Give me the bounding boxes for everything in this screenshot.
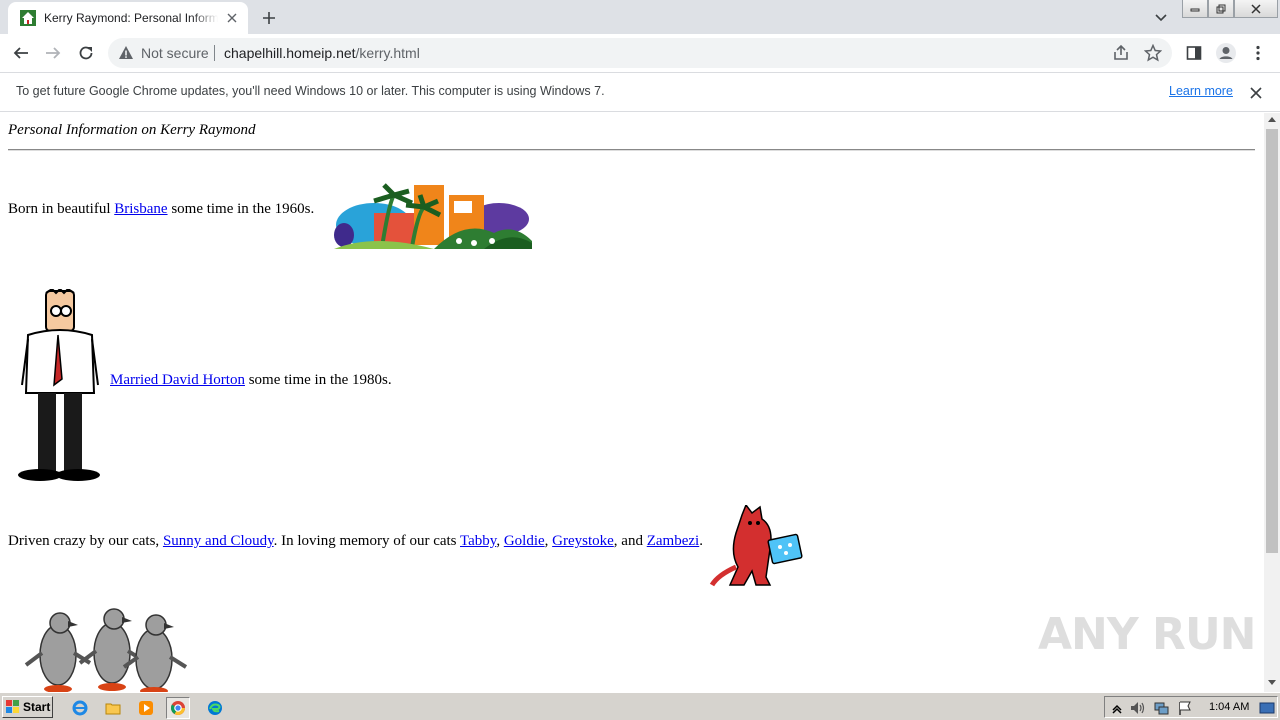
flag-icon[interactable] <box>1177 700 1193 716</box>
network-icon[interactable] <box>1153 700 1169 716</box>
horizontal-rule <box>8 149 1255 151</box>
media-player-icon[interactable] <box>134 697 158 719</box>
infobar-message: To get future Google Chrome updates, you… <box>16 84 605 98</box>
scroll-down-arrow[interactable] <box>1268 680 1276 685</box>
minimize-button[interactable] <box>1182 0 1208 18</box>
share-icon[interactable] <box>1112 44 1130 62</box>
kebab-menu-icon[interactable] <box>1245 40 1271 66</box>
browser-toolbar: Not secure chapelhill.homeip.net/kerry.h… <box>0 34 1280 72</box>
start-label: Start <box>23 700 51 714</box>
windows-logo-icon <box>6 700 19 713</box>
update-infobar: To get future Google Chrome updates, you… <box>0 72 1280 112</box>
brisbane-link[interactable]: Brisbane <box>114 201 167 217</box>
scroll-up-arrow[interactable] <box>1268 117 1276 122</box>
chevron-up-icon[interactable] <box>1109 700 1125 716</box>
cats-paragraph: Driven crazy by our cats, Sunny and Clou… <box>8 533 703 550</box>
married-suffix: some time in the 1980s. <box>244 372 392 388</box>
favicon-house-icon <box>20 10 36 26</box>
profile-icon[interactable] <box>1213 40 1239 66</box>
sunny-and-cloudy-link[interactable]: Sunny and Cloudy <box>163 533 274 549</box>
not-secure-label[interactable]: Not secure <box>141 45 209 61</box>
show-desktop-icon[interactable] <box>1259 700 1275 716</box>
tab-title: Kerry Raymond: Personal Information <box>44 11 218 25</box>
page-viewport: Personal Information on Kerry Raymond Bo… <box>0 113 1264 692</box>
tab-strip: Kerry Raymond: Personal Information <box>0 0 1280 34</box>
folder-icon[interactable] <box>101 697 125 719</box>
ie-icon[interactable] <box>68 697 92 719</box>
url-path: /kerry.html <box>355 45 420 61</box>
edge-icon[interactable] <box>203 697 227 719</box>
system-tray: 1:04 AM <box>1104 696 1278 718</box>
born-paragraph: Born in beautiful Brisbane some time in … <box>8 201 314 218</box>
omnibox-separator <box>214 45 215 61</box>
window-controls <box>1182 0 1278 18</box>
dilbert-cartoon-image <box>18 289 100 481</box>
close-icon[interactable] <box>224 10 240 26</box>
cats-middle: . In loving memory of our cats <box>273 533 460 549</box>
close-icon[interactable] <box>1247 84 1265 102</box>
penguins-cartoon-image <box>24 608 188 692</box>
warning-icon[interactable] <box>118 45 134 61</box>
goldie-link[interactable]: Goldie <box>504 533 545 549</box>
url-host: chapelhill.homeip.net <box>224 45 356 61</box>
window-close-button[interactable] <box>1234 0 1278 18</box>
cats-sep-1: , <box>496 533 504 549</box>
page-scrollbar[interactable] <box>1264 113 1280 692</box>
side-panel-icon[interactable] <box>1181 40 1207 66</box>
born-prefix: Born in beautiful <box>8 201 115 217</box>
chrome-icon[interactable] <box>166 697 190 719</box>
married-david-horton-link[interactable]: Married David Horton <box>110 372 245 388</box>
reload-icon[interactable] <box>73 40 99 66</box>
address-bar[interactable]: Not secure chapelhill.homeip.net/kerry.h… <box>108 38 1172 68</box>
born-suffix: some time in the 1960s. <box>167 201 315 217</box>
browser-tab[interactable]: Kerry Raymond: Personal Information <box>8 2 248 34</box>
forward-arrow-icon[interactable] <box>40 40 66 66</box>
chevron-down-icon[interactable] <box>1150 7 1172 29</box>
anyrun-watermark: ANY RUN <box>1038 609 1256 660</box>
cats-sep-3: , and <box>613 533 647 549</box>
restore-button[interactable] <box>1208 0 1234 18</box>
star-icon[interactable] <box>1144 44 1162 62</box>
married-paragraph: Married David Horton some time in the 19… <box>110 372 392 389</box>
back-arrow-icon[interactable] <box>8 40 34 66</box>
plus-icon[interactable] <box>258 7 280 29</box>
brisbane-cityscape-image <box>334 183 532 249</box>
taskbar-clock[interactable]: 1:04 AM <box>1209 701 1249 713</box>
page-title: Personal Information on Kerry Raymond <box>8 122 256 138</box>
url-text[interactable]: chapelhill.homeip.net/kerry.html <box>224 45 420 61</box>
greystoke-link[interactable]: Greystoke <box>552 533 614 549</box>
cats-prefix: Driven crazy by our cats, <box>8 533 163 549</box>
tabby-link[interactable]: Tabby <box>460 533 496 549</box>
speaker-icon[interactable] <box>1129 700 1145 716</box>
learn-more-link[interactable]: Learn more <box>1169 84 1233 98</box>
scroll-thumb[interactable] <box>1266 129 1278 553</box>
zambezi-link[interactable]: Zambezi <box>647 533 699 549</box>
red-cat-cartoon-image <box>709 505 803 587</box>
start-button[interactable]: Start <box>2 696 53 718</box>
windows-taskbar: Start 1:04 AM <box>0 692 1280 720</box>
cats-end: . <box>699 533 703 549</box>
